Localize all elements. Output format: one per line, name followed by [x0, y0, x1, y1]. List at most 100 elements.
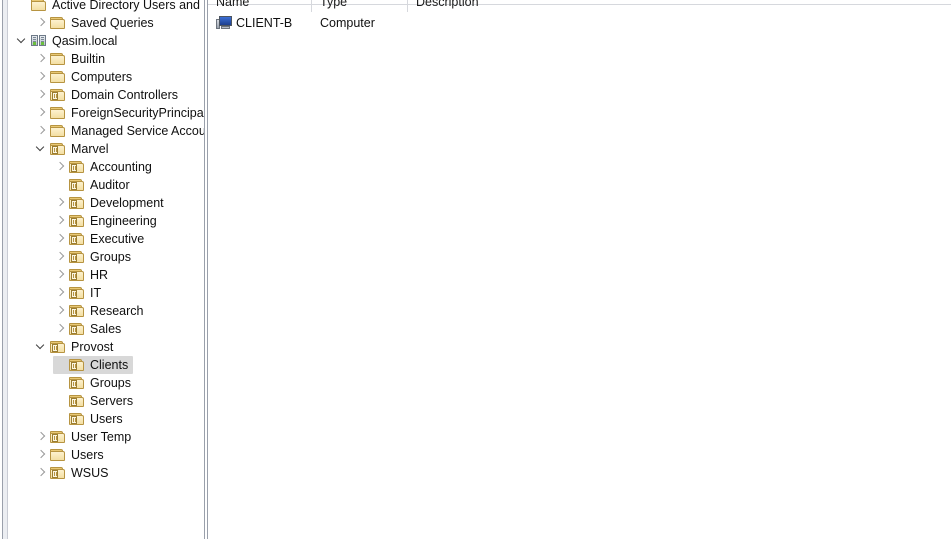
chevron-right-icon[interactable] [34, 86, 49, 104]
chevron-down-icon[interactable] [34, 140, 49, 158]
tree-node-hitbox[interactable]: WSUS [34, 464, 114, 482]
tree-node-hitbox[interactable]: Qasim.local [15, 32, 122, 50]
tree-node-hitbox[interactable]: Servers [53, 392, 138, 410]
chevron-right-icon[interactable] [34, 104, 49, 122]
tree-node-computers[interactable]: Computers [34, 68, 137, 86]
chevron-right-icon[interactable] [34, 122, 49, 140]
chevron-right-icon[interactable] [34, 68, 49, 86]
column-header-type[interactable]: Type [312, 0, 347, 12]
tree-node-development[interactable]: Development [53, 194, 169, 212]
tree-node-hitbox[interactable]: Users [53, 410, 128, 428]
tree-node-hitbox[interactable]: Clients [53, 356, 134, 374]
tree-node-hitbox[interactable]: Marvel [34, 140, 114, 158]
chevron-right-icon[interactable] [53, 194, 68, 212]
tree-node-clients[interactable]: Clients [53, 356, 134, 374]
chevron-right-icon[interactable] [34, 14, 49, 32]
tree-node-users[interactable]: Users [34, 446, 109, 464]
column-header-description[interactable]: Description [408, 0, 479, 12]
tree-node-hitbox[interactable]: Managed Service Accounts [34, 122, 204, 140]
tree-node-marvel[interactable]: Marvel [34, 140, 114, 158]
tree-node-domain-controllers[interactable]: Domain Controllers [34, 86, 183, 104]
console-tree-pane[interactable]: Active Directory Users and Com Saved Quer… [2, 0, 205, 539]
tree-node-label: Domain Controllers [71, 88, 178, 102]
tree-node-active-directory-users-and-com[interactable]: Active Directory Users and Com [15, 0, 204, 14]
tree-node-engineering[interactable]: Engineering [53, 212, 162, 230]
tree-node-hitbox[interactable]: Domain Controllers [34, 86, 183, 104]
tree-node-managed-service-accounts[interactable]: Managed Service Accounts [34, 122, 204, 140]
list-row[interactable]: CLIENT-B Computer [208, 13, 951, 33]
tree-node-executive[interactable]: Executive [53, 230, 149, 248]
ou-icon [68, 214, 85, 228]
chevron-down-icon[interactable] [15, 32, 30, 50]
tree-node-auditor[interactable]: Auditor [53, 176, 135, 194]
tree-node-hitbox[interactable]: User Temp [34, 428, 136, 446]
tree-node-hitbox[interactable]: Engineering [53, 212, 162, 230]
chevron-right-icon[interactable] [53, 248, 68, 266]
chevron-right-icon[interactable] [53, 320, 68, 338]
tree-node-groups[interactable]: Groups [53, 248, 136, 266]
tree-node-label: Managed Service Accounts [71, 124, 204, 138]
tree-node-hitbox[interactable]: Saved Queries [34, 14, 159, 32]
ou-icon [68, 304, 85, 318]
tree-node-accounting[interactable]: Accounting [53, 158, 157, 176]
tree-node-hitbox[interactable]: IT [53, 284, 106, 302]
ou-icon [49, 466, 66, 480]
tree-node-provost[interactable]: Provost [34, 338, 118, 356]
tree-node-hitbox[interactable]: HR [53, 266, 113, 284]
tree-node-hitbox[interactable]: Development [53, 194, 169, 212]
tree-node-hitbox[interactable]: Groups [53, 374, 136, 392]
tree-node-label: ForeignSecurityPrincipals [71, 106, 204, 120]
tree-node-hitbox[interactable]: Computers [34, 68, 137, 86]
tree-node-user-temp[interactable]: User Temp [34, 428, 136, 446]
list-column-header[interactable]: Name Type Description [208, 0, 951, 12]
tree-node-label: Clients [90, 358, 129, 372]
chevron-right-icon[interactable] [34, 464, 49, 482]
column-header-name[interactable]: Name [208, 0, 249, 12]
tree-node-hitbox[interactable]: Active Directory Users and Com [15, 0, 204, 14]
chevron-right-icon[interactable] [53, 284, 68, 302]
tree-node-label: Sales [90, 322, 122, 336]
tree-node-it[interactable]: IT [53, 284, 106, 302]
tree-node-label: Research [90, 304, 144, 318]
tree-node-wsus[interactable]: WSUS [34, 464, 114, 482]
tree-node-hitbox[interactable]: Accounting [53, 158, 157, 176]
chevron-right-icon[interactable] [34, 446, 49, 464]
tree-node-hitbox[interactable]: Provost [34, 338, 118, 356]
chevron-down-icon[interactable] [34, 338, 49, 356]
cell-type: Computer [320, 16, 375, 30]
tree-node-sales[interactable]: Sales [53, 320, 126, 338]
tree-node-hitbox[interactable]: ForeignSecurityPrincipals [34, 104, 204, 122]
tree-node-hitbox[interactable]: Sales [53, 320, 126, 338]
ou-icon [68, 178, 85, 192]
chevron-right-icon[interactable] [53, 266, 68, 284]
tree-node-users[interactable]: Users [53, 410, 128, 428]
tree-node-foreignsecurityprincipals[interactable]: ForeignSecurityPrincipals [34, 104, 204, 122]
tree-node-research[interactable]: Research [53, 302, 149, 320]
tree-node-servers[interactable]: Servers [53, 392, 138, 410]
tree-node-saved-queries[interactable]: Saved Queries [34, 14, 159, 32]
chevron-right-icon[interactable] [53, 212, 68, 230]
tree-node-hitbox[interactable]: Groups [53, 248, 136, 266]
chevron-right-icon[interactable] [53, 302, 68, 320]
chevron-right-icon[interactable] [53, 230, 68, 248]
tree-node-hitbox[interactable]: Executive [53, 230, 149, 248]
tree-node-label: Servers [90, 394, 134, 408]
tree-node-hitbox[interactable]: Users [34, 446, 109, 464]
tree-node-label: Provost [71, 340, 114, 354]
tree-node-groups[interactable]: Groups [53, 374, 136, 392]
ou-icon [68, 322, 85, 336]
tree-node-hr[interactable]: HR [53, 266, 113, 284]
tree-node-hitbox[interactable]: Auditor [53, 176, 135, 194]
chevron-right-icon[interactable] [53, 158, 68, 176]
tree-node-label: User Temp [71, 430, 132, 444]
tree-node-qasim-local[interactable]: Qasim.local [15, 32, 122, 50]
ou-icon [68, 394, 85, 408]
chevron-right-icon[interactable] [34, 428, 49, 446]
tree-node-hitbox[interactable]: Builtin [34, 50, 110, 68]
tree-scroll-area[interactable]: Active Directory Users and Com Saved Quer… [9, 0, 204, 539]
tree-node-hitbox[interactable]: Research [53, 302, 149, 320]
tree-node-builtin[interactable]: Builtin [34, 50, 110, 68]
tree-node-label: Groups [90, 250, 131, 264]
chevron-right-icon[interactable] [34, 50, 49, 68]
results-list-pane[interactable]: Name Type Description CLIENT-B Computer [207, 0, 951, 539]
